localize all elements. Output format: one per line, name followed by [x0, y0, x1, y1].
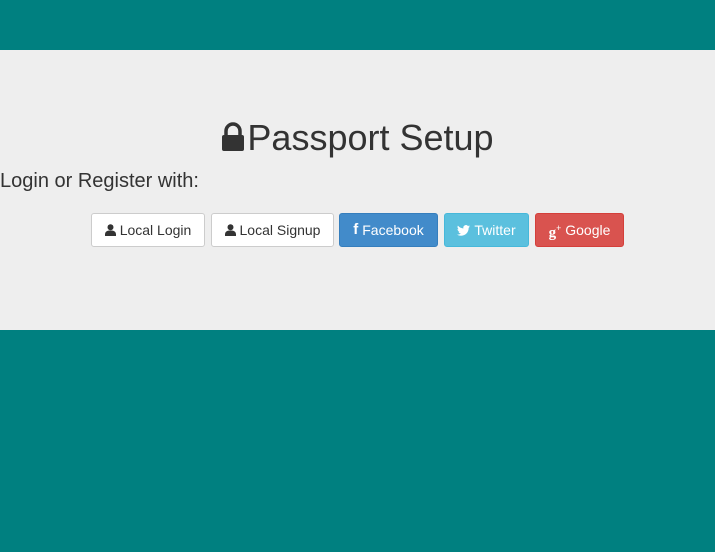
local-signup-label: Local Signup [239, 222, 321, 238]
facebook-button[interactable]: f Facebook [339, 213, 438, 247]
google-button[interactable]: g+ Google [535, 213, 624, 247]
facebook-icon: f [353, 221, 359, 238]
twitter-icon [457, 224, 471, 236]
lock-icon [222, 122, 245, 151]
auth-buttons: Local Login Local Signup f Facebook Twit… [0, 213, 715, 247]
page-title-text: Passport Setup [247, 117, 494, 158]
user-icon [224, 224, 236, 236]
google-plus-icon: g+ [548, 222, 562, 241]
twitter-button[interactable]: Twitter [444, 213, 529, 247]
facebook-label: Facebook [362, 222, 424, 238]
local-login-label: Local Login [119, 222, 192, 238]
local-login-button[interactable]: Local Login [91, 213, 205, 247]
local-signup-button[interactable]: Local Signup [211, 213, 334, 247]
page-title: Passport Setup [0, 116, 715, 160]
twitter-label: Twitter [474, 222, 516, 238]
page-subtitle: Login or Register with: [0, 170, 199, 192]
google-label: Google [565, 222, 611, 238]
user-icon [104, 224, 116, 236]
